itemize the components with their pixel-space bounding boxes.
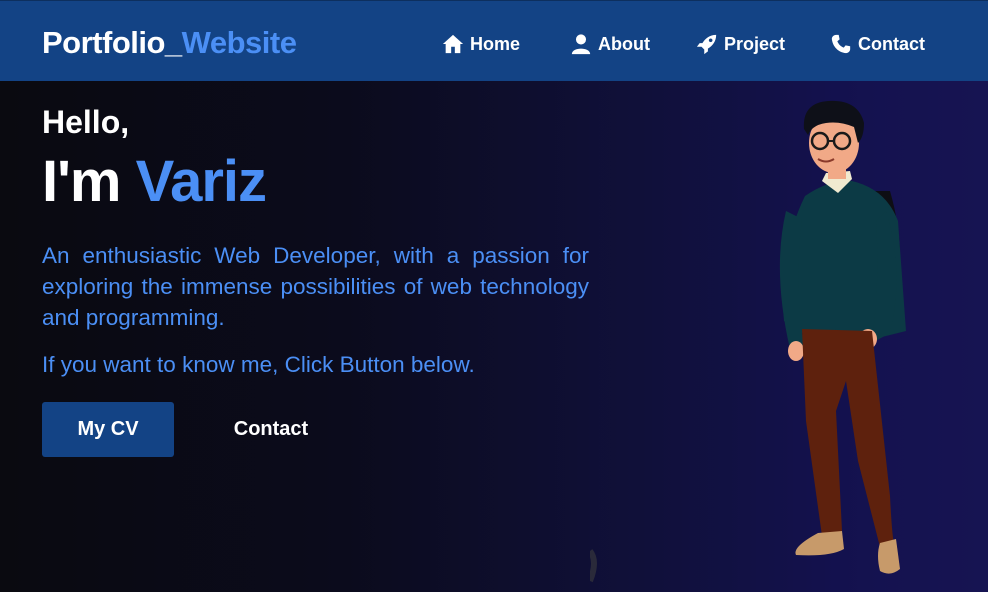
hero-greeting: Hello, [42, 104, 130, 140]
hero-title: I'm Variz [42, 148, 267, 215]
rocket-icon [696, 34, 717, 55]
hero-cta-text: If you want to know me, Click Button bel… [42, 352, 475, 377]
nav-item-label: Contact [858, 33, 925, 54]
hero-name: Variz [135, 149, 267, 214]
nav-item-home[interactable]: Home [442, 29, 520, 59]
my-cv-button[interactable]: My CV [42, 402, 174, 457]
nav-item-label: Project [724, 33, 786, 54]
nav-item-label: About [598, 33, 650, 54]
nav-item-project[interactable]: Project [696, 29, 785, 59]
navbar: Portfolio_Website Home About Project Con… [0, 0, 988, 81]
hero-title-prefix: I'm [42, 149, 136, 214]
phone-icon [831, 34, 851, 54]
developer-illustration [590, 81, 988, 592]
brand-logo[interactable]: Portfolio_Website [42, 25, 297, 61]
user-icon [571, 34, 591, 55]
nav-item-contact[interactable]: Contact [830, 29, 925, 59]
brand-accent: Website [181, 25, 297, 60]
brand-main: Portfolio_ [42, 25, 182, 60]
hero-description: An enthusiastic Web Developer, with a pa… [42, 243, 589, 330]
contact-button[interactable]: Contact [210, 402, 332, 457]
home-icon [442, 34, 464, 54]
nav-item-about[interactable]: About [570, 29, 650, 59]
nav-item-label: Home [470, 33, 521, 54]
